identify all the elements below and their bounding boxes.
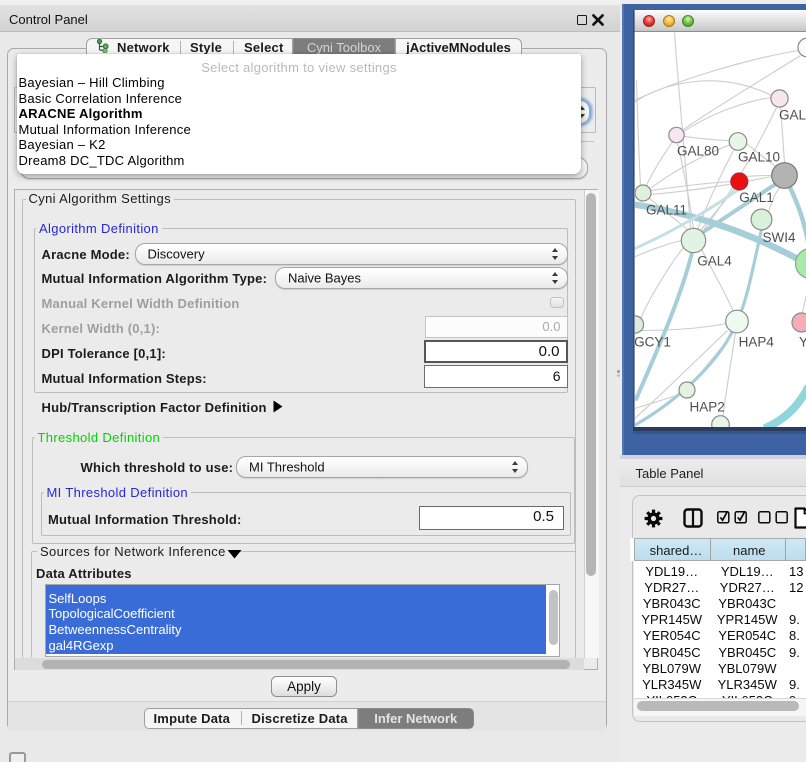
svg-text:Y: Y: [799, 334, 806, 349]
svg-text:GAL1: GAL1: [739, 190, 774, 205]
svg-text:GAL8: GAL8: [779, 107, 806, 122]
svg-text:SWI4: SWI4: [762, 230, 795, 245]
svg-text:GAL11: GAL11: [645, 202, 686, 217]
svg-text:GAL4: GAL4: [697, 253, 732, 268]
svg-text:HAP4: HAP4: [738, 334, 774, 349]
svg-text:GAL10: GAL10: [737, 149, 779, 164]
svg-text:HAP2: HAP2: [689, 399, 724, 414]
svg-text:GCY1: GCY1: [635, 334, 671, 349]
svg-text:GAL80: GAL80: [676, 143, 718, 158]
